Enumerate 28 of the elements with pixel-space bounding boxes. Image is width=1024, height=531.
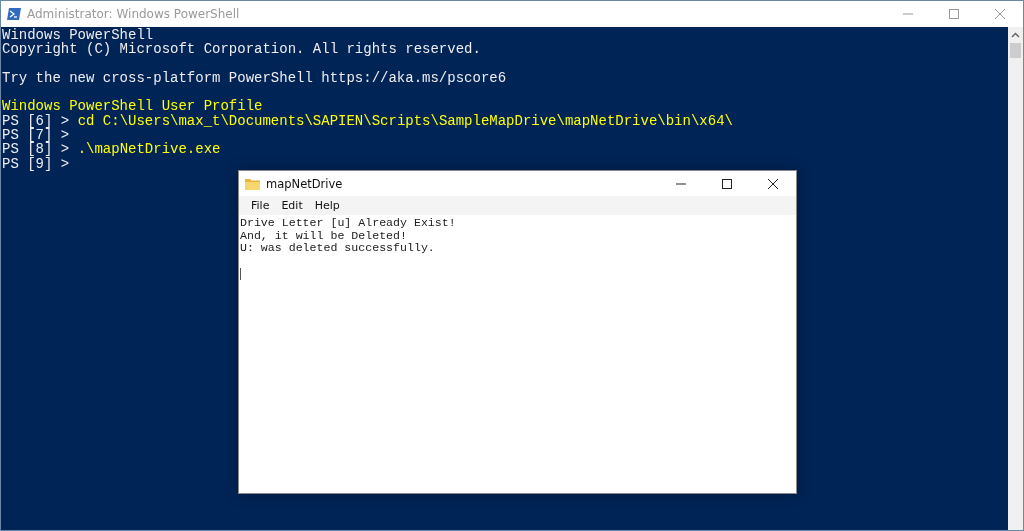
console-text: PS [9] > (2, 155, 70, 172)
close-icon (768, 178, 778, 189)
output-line: Drive Letter [u] Already Exist! (240, 217, 457, 230)
window-title: Administrator: Windows PowerShell (27, 7, 241, 21)
menu-item[interactable]: Help (308, 196, 346, 215)
maximize-icon (949, 9, 959, 19)
menu-item[interactable]: File (245, 196, 276, 215)
console-text: PS [8] > (2, 141, 71, 158)
console-text: .\mapNetDrive.exe (77, 141, 221, 158)
console-text: Copyright (C) Microsoft Corporation. All rights reserved. (2, 41, 481, 58)
console-text: PS [6] > (2, 112, 71, 129)
text-area[interactable]: Drive Letter [u] Already Exist! And, it will be Deleted! U: was deleted successfully. (239, 215, 796, 493)
scroll-thumb[interactable] (1010, 43, 1021, 58)
powershell-icon (7, 8, 21, 20)
close-icon (995, 9, 1005, 19)
scroll-up-icon[interactable] (1011, 32, 1020, 38)
menu-item[interactable]: Edit (275, 196, 309, 215)
output-line: And, it will be Deleted! (240, 229, 408, 242)
window-title: mapNetDrive (266, 176, 344, 191)
folder-icon (245, 177, 260, 190)
maximize-icon (722, 178, 732, 189)
console-text: cd C:\Users\max_t\Documents\SAPIEN\Scripts\SampleMapDrive\mapNetDrive\bin\x64\ (77, 112, 733, 129)
output-line: U: was deleted successfully. (240, 242, 436, 255)
console-text: PS [7] > (2, 127, 70, 144)
console-text: Windows PowerShell (2, 27, 154, 43)
console-text: Try the new cross-platform PowerShell https://aka.ms/pscore6 (2, 69, 507, 86)
scrollbar[interactable] (1008, 27, 1023, 530)
console-text: Windows PowerShell User Profile (2, 98, 263, 115)
